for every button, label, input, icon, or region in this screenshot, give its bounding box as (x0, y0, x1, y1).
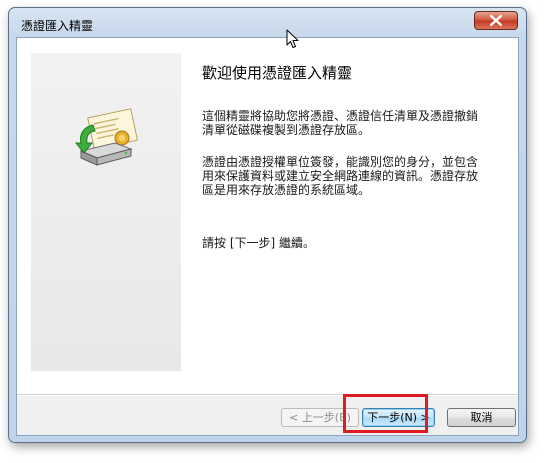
button-area-separator (17, 394, 518, 396)
description-line-1: 憑證由憑證授權單位簽發，能識別您的身分，並包含 (202, 155, 479, 169)
certificate-description-paragraph: 憑證由憑證授權單位簽發，能識別您的身分，並包含 用來保護資料或建立安全網路連線的… (202, 155, 492, 197)
description-line-2: 用來保護資料或建立安全網路連線的資訊。憑證存放 (202, 169, 479, 183)
wizard-heading: 歡迎使用憑證匯入精靈 (202, 64, 353, 82)
next-button-highlight (343, 394, 428, 433)
certificate-import-wizard-window: 憑證匯入精靈 歡迎使用憑證匯入精靈 這個精靈將協助您將憑證、憑證信任清單及憑證撤… (8, 7, 527, 443)
title-bar[interactable]: 憑證匯入精靈 (9, 8, 526, 38)
cancel-button[interactable]: 取消 (447, 408, 516, 427)
close-icon (490, 15, 502, 26)
mouse-pointer-icon (286, 29, 299, 48)
intro-paragraph: 這個精靈將協助您將憑證、憑證信任清單及憑證撤銷 清單從磁碟複製到憑證存放區。 (202, 109, 492, 137)
wizard-side-panel (31, 53, 181, 371)
close-button[interactable] (474, 11, 518, 30)
wizard-client-area: 歡迎使用憑證匯入精靈 這個精靈將協助您將憑證、憑證信任清單及憑證撤銷 清單從磁碟… (16, 37, 519, 436)
window-title: 憑證匯入精靈 (21, 19, 94, 33)
certificate-import-icon (74, 108, 139, 166)
continue-instruction: 請按 [下一步] 繼續。 (202, 236, 315, 250)
intro-paragraph-line-2: 清單從磁碟複製到憑證存放區。 (202, 123, 371, 137)
intro-paragraph-line-1: 這個精靈將協助您將憑證、憑證信任清單及憑證撤銷 (202, 109, 479, 123)
description-line-3: 區是用來存放憑證的系統區域。 (202, 183, 371, 197)
wizard-content-area: 歡迎使用憑證匯入精靈 這個精靈將協助您將憑證、憑證信任清單及憑證撤銷 清單從磁碟… (17, 38, 518, 394)
